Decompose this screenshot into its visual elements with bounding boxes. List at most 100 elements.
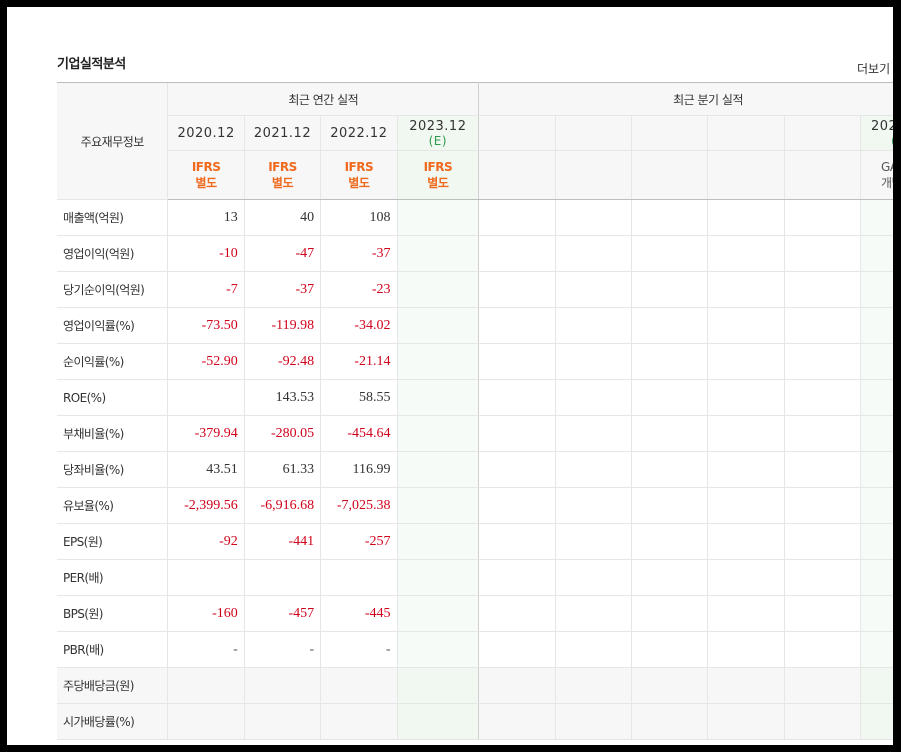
- value-cell: -2,399.56: [167, 487, 245, 524]
- quarter-cell: [630, 199, 708, 236]
- quarter-cell: [630, 631, 708, 668]
- quarter-cell: [630, 307, 708, 344]
- row-label: 영업이익률(%): [57, 307, 168, 344]
- quarter-cell: [478, 307, 556, 344]
- value-cell: -379.94: [167, 415, 245, 452]
- value-cell: -441: [243, 523, 321, 560]
- value-cell: -10: [167, 235, 245, 272]
- estimate-marker: (E): [871, 134, 893, 148]
- estimate-cell: [396, 379, 480, 416]
- estimate-cell: [396, 559, 480, 596]
- quarter-cell: [860, 415, 893, 452]
- table-row: 유보율(%) -2,399.56 -6,916.68 -7,025.38: [57, 487, 893, 524]
- quarter-cell: [707, 343, 785, 380]
- quarter-cell: [783, 451, 861, 488]
- estimate-cell: [396, 595, 480, 632]
- row-label: 시가배당률(%): [57, 703, 168, 740]
- quarter-cell: [707, 271, 785, 308]
- quarter-year-header: [707, 115, 785, 151]
- accounting-standard: [707, 150, 785, 200]
- quarter-year-header: [630, 115, 708, 151]
- value-cell: -: [320, 631, 398, 668]
- estimate-cell: [396, 199, 480, 236]
- quarter-cell: [860, 235, 893, 272]
- row-label: 순이익률(%): [57, 343, 168, 380]
- quarter-cell: [554, 523, 632, 560]
- value-cell: [320, 703, 398, 740]
- quarter-cell: [860, 703, 893, 740]
- row-label: 유보율(%): [57, 487, 168, 524]
- quarter-cell: [783, 271, 861, 308]
- quarter-cell: [783, 235, 861, 272]
- quarter-cell: [783, 199, 861, 236]
- year-label: 2023.12: [409, 118, 467, 134]
- quarter-cell: [860, 199, 893, 236]
- quarter-cell: [707, 631, 785, 668]
- quarter-cell: [554, 559, 632, 596]
- row-label: 주당배당금(원): [57, 667, 168, 704]
- table-row: 시가배당률(%): [57, 703, 893, 740]
- quarter-cell: [478, 235, 556, 272]
- quarter-cell: [478, 631, 556, 668]
- quarter-cell: [554, 199, 632, 236]
- quarter-cell: [860, 271, 893, 308]
- quarter-cell: [783, 379, 861, 416]
- quarter-cell: [860, 595, 893, 632]
- quarter-cell: [478, 343, 556, 380]
- estimate-cell: [396, 487, 480, 524]
- value-cell: 116.99: [320, 451, 398, 488]
- row-label: BPS(원): [57, 595, 168, 632]
- quarter-cell: [783, 523, 861, 560]
- quarter-cell: [478, 595, 556, 632]
- quarter-cell: [630, 379, 708, 416]
- quarter-cell: [630, 451, 708, 488]
- value-cell: -445: [320, 595, 398, 632]
- estimate-cell: [396, 631, 480, 668]
- value-cell: [167, 703, 245, 740]
- value-cell: -160: [167, 595, 245, 632]
- quarter-cell: [630, 559, 708, 596]
- quarter-cell: [478, 415, 556, 452]
- quarter-year-header-estimate: 2024.03 (E): [860, 115, 893, 151]
- financial-table: 주요재무정보 최근 연간 실적 최근 분기 실적 2020.12 2021.12…: [57, 82, 893, 740]
- table-row: 주당배당금(원): [57, 667, 893, 704]
- value-cell: -34.02: [320, 307, 398, 344]
- quarter-cell: [860, 559, 893, 596]
- quarter-cell: [707, 199, 785, 236]
- quarter-cell: [478, 667, 556, 704]
- quarter-cell: [554, 415, 632, 452]
- value-cell: 143.53: [243, 379, 321, 416]
- quarter-cell: [630, 595, 708, 632]
- value-cell: -37: [243, 271, 321, 308]
- quarter-cell: [630, 523, 708, 560]
- accounting-standard: GAAP개별: [860, 150, 893, 200]
- row-label: EPS(원): [57, 523, 168, 560]
- year-label: 2024.03: [871, 118, 893, 134]
- value-cell: -92.48: [243, 343, 321, 380]
- quarter-cell: [783, 631, 861, 668]
- quarter-cell: [554, 487, 632, 524]
- year-header: 2020.12: [167, 115, 245, 151]
- quarter-cell: [783, 307, 861, 344]
- row-label: PER(배): [57, 559, 168, 596]
- quarter-cell: [554, 451, 632, 488]
- value-cell: -7,025.38: [320, 487, 398, 524]
- quarter-cell: [707, 379, 785, 416]
- quarter-cell: [783, 559, 861, 596]
- table-row: BPS(원) -160 -457 -445: [57, 595, 893, 632]
- row-label-header: 주요재무정보: [57, 82, 168, 200]
- more-link[interactable]: 더보기: [857, 60, 890, 77]
- quarter-cell: [554, 343, 632, 380]
- estimate-cell: [396, 667, 480, 704]
- estimate-marker: (E): [428, 133, 448, 148]
- quarter-cell: [630, 271, 708, 308]
- estimate-cell: [396, 415, 480, 452]
- quarter-cell: [860, 487, 893, 524]
- estimate-cell: [396, 703, 480, 740]
- table-row: 순이익률(%) -52.90 -92.48 -21.14: [57, 343, 893, 380]
- table-row: 영업이익률(%) -73.50 -119.98 -34.02: [57, 307, 893, 344]
- accounting-standard: IFRS 별도: [320, 150, 398, 200]
- value-cell: -52.90: [167, 343, 245, 380]
- quarter-cell: [860, 343, 893, 380]
- financial-summary-panel: 기업실적분석 더보기 주요재무정보 최근 연간 실적 최근 분기 실적 2020…: [7, 7, 893, 745]
